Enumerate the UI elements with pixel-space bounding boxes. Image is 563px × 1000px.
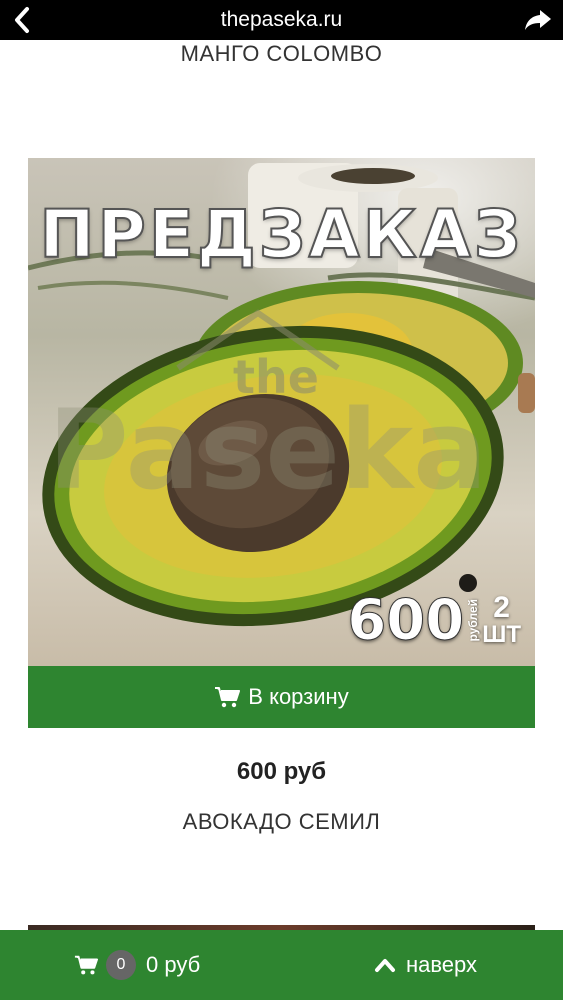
shopping-cart-icon [214,686,241,708]
chevron-up-icon [374,957,396,973]
badge-price: 600 [347,587,465,653]
cart-count-badge: 0 [106,950,136,980]
product-title-mango[interactable]: МАНГО COLOMBO [0,40,563,70]
browser-topbar: thepaseka.ru [0,0,563,40]
product-price: 600 руб [236,758,327,785]
cart-summary-button[interactable]: 0 0 руб [74,930,200,1000]
preorder-overlay-text: ПРЕДЗАКАЗ [38,195,524,274]
badge-price-unit: рублей [466,598,481,642]
cart-icon [74,954,98,976]
badge-qty-unit: ШТ [482,621,521,648]
chevron-left-icon [15,7,29,33]
add-to-cart-label: В корзину [248,684,349,709]
add-to-cart-button[interactable]: В корзину [28,666,535,728]
url-label[interactable]: thepaseka.ru [60,0,503,40]
badge-quantity: 2 ШТ [482,593,521,647]
share-button[interactable] [521,4,555,36]
share-arrow-icon [525,10,551,30]
product-title-avocado[interactable]: АВОКАДО СЕМИЛ [0,806,563,838]
bottom-cart-bar: 0 0 руб наверх [0,930,563,1000]
scroll-to-top-button[interactable]: наверх [374,930,477,1000]
price-badge: 600 рублей 2 ШТ [347,587,521,653]
svg-text:Paseka: Paseka [48,386,487,514]
badge-qty-number: 2 [493,591,510,624]
scroll-to-top-label: наверх [405,952,477,977]
product-image-avocado[interactable]: the Paseka ПРЕДЗАКАЗ 600 рублей 2 ШТ [28,158,535,666]
back-button[interactable] [6,4,38,36]
cart-total: 0 руб [146,952,201,977]
